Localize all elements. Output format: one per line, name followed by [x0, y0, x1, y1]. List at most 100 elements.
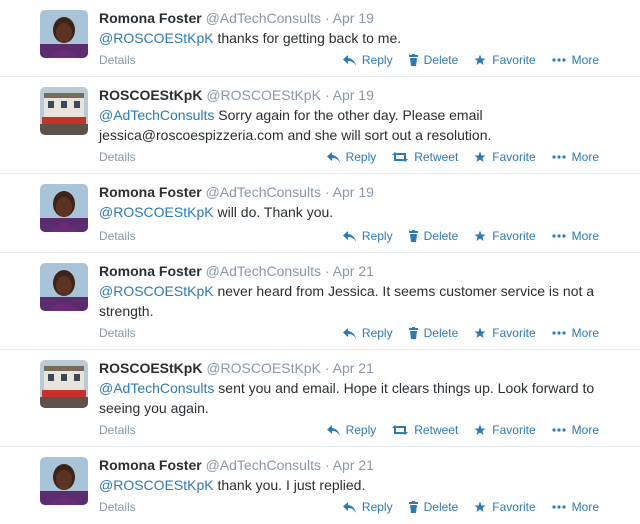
- username[interactable]: @ROSCOEStKpK: [206, 360, 321, 376]
- more-button[interactable]: More: [552, 423, 599, 437]
- details-link[interactable]: Details: [99, 229, 136, 243]
- avatar[interactable]: [40, 360, 88, 408]
- favorite-button[interactable]: Favorite: [474, 150, 536, 164]
- tweet-text: @ROSCOEStKpK thanks for getting back to …: [99, 28, 619, 48]
- mention-link[interactable]: @ROSCOEStKpK: [99, 283, 214, 299]
- tweet[interactable]: Romona Foster @AdTechConsults · Apr 19 @…: [0, 174, 640, 253]
- details-link[interactable]: Details: [99, 150, 136, 164]
- avatar[interactable]: [40, 184, 88, 232]
- more-label: More: [571, 53, 599, 67]
- retweet-button[interactable]: Retweet: [392, 423, 458, 437]
- timestamp[interactable]: Apr 21: [333, 263, 374, 279]
- delete-button[interactable]: Delete: [408, 500, 458, 514]
- more-button[interactable]: More: [552, 326, 599, 340]
- reply-button[interactable]: Reply: [342, 53, 393, 67]
- timestamp[interactable]: Apr 21: [333, 360, 374, 376]
- delete-button[interactable]: Delete: [408, 229, 459, 243]
- separator-dot: ·: [324, 263, 330, 279]
- reply-button[interactable]: Reply: [326, 423, 376, 437]
- username[interactable]: @ROSCOEStKpK: [206, 87, 321, 103]
- mention-link[interactable]: @ROSCOEStKpK: [99, 204, 214, 220]
- username[interactable]: @AdTechConsults: [206, 457, 321, 473]
- favorite-button[interactable]: Favorite: [474, 500, 536, 514]
- more-button[interactable]: More: [552, 53, 599, 67]
- fullname[interactable]: ROSCOEStKpK: [99, 360, 202, 376]
- avatar[interactable]: [40, 87, 88, 135]
- favorite-label: Favorite: [492, 229, 536, 243]
- reply-button[interactable]: Reply: [342, 229, 393, 243]
- details-link[interactable]: Details: [99, 423, 136, 437]
- tweet-text: @ROSCOEStKpK thank you. I just replied.: [99, 475, 619, 495]
- timestamp[interactable]: Apr 19: [333, 10, 374, 26]
- favorite-label: Favorite: [492, 326, 536, 340]
- details-link[interactable]: Details: [99, 326, 136, 340]
- mention-link[interactable]: @AdTechConsults: [99, 380, 214, 396]
- fullname[interactable]: ROSCOEStKpK: [99, 87, 202, 103]
- favorite-label: Favorite: [492, 150, 536, 164]
- tweet[interactable]: Romona Foster @AdTechConsults · Apr 21 @…: [0, 447, 640, 524]
- reply-label: Reply: [361, 53, 393, 67]
- details-link[interactable]: Details: [99, 53, 136, 67]
- fullname[interactable]: Romona Foster: [99, 263, 202, 279]
- avatar[interactable]: [40, 10, 88, 58]
- more-button[interactable]: More: [552, 150, 599, 164]
- delete-label: Delete: [423, 229, 459, 243]
- reply-icon: [326, 151, 340, 163]
- more-button[interactable]: More: [552, 500, 599, 514]
- reply-button[interactable]: Reply: [342, 500, 393, 514]
- mention-link[interactable]: @ROSCOEStKpK: [99, 30, 214, 46]
- separator-dot: ·: [324, 457, 330, 473]
- retweet-label: Retweet: [414, 150, 459, 164]
- fullname[interactable]: Romona Foster: [99, 457, 202, 473]
- timestamp[interactable]: Apr 21: [333, 457, 374, 473]
- more-button[interactable]: More: [552, 229, 599, 243]
- trash-icon: [408, 501, 418, 513]
- timestamp[interactable]: Apr 19: [333, 87, 374, 103]
- tweet-text: @AdTechConsults Sorry again for the othe…: [99, 105, 619, 145]
- favorite-button[interactable]: Favorite: [474, 326, 536, 340]
- separator-dot: ·: [324, 10, 330, 26]
- star-icon: [474, 54, 486, 65]
- tweet[interactable]: Romona Foster @AdTechConsults · Apr 19 @…: [0, 0, 640, 77]
- reply-icon: [342, 327, 356, 339]
- delete-button[interactable]: Delete: [408, 326, 459, 340]
- tweet-actions: Reply Delete Favorite More: [327, 500, 599, 514]
- fullname[interactable]: Romona Foster: [99, 10, 202, 26]
- username[interactable]: @AdTechConsults: [206, 184, 321, 200]
- delete-label: Delete: [423, 326, 459, 340]
- avatar[interactable]: [40, 457, 88, 505]
- delete-label: Delete: [423, 53, 459, 67]
- tweet[interactable]: ROSCOEStKpK @ROSCOEStKpK · Apr 21 @AdTec…: [0, 350, 640, 447]
- more-label: More: [571, 500, 599, 514]
- reply-button[interactable]: Reply: [326, 150, 376, 164]
- mention-link[interactable]: @AdTechConsults: [99, 107, 214, 123]
- mention-link[interactable]: @ROSCOEStKpK: [99, 477, 214, 493]
- retweet-label: Retweet: [414, 423, 459, 437]
- tweet-header: Romona Foster @AdTechConsults · Apr 19: [99, 9, 374, 27]
- more-label: More: [571, 326, 599, 340]
- username[interactable]: @AdTechConsults: [206, 263, 321, 279]
- tweet-actions: Reply Delete Favorite More: [327, 326, 599, 340]
- star-icon: [474, 327, 486, 338]
- tweet-body: thanks for getting back to me.: [213, 30, 402, 46]
- reply-label: Reply: [361, 500, 393, 514]
- favorite-label: Favorite: [492, 500, 536, 514]
- reply-button[interactable]: Reply: [342, 326, 393, 340]
- favorite-button[interactable]: Favorite: [474, 53, 536, 67]
- tweet-body: thank you. I just replied.: [213, 477, 366, 493]
- favorite-button[interactable]: Favorite: [474, 229, 536, 243]
- delete-button[interactable]: Delete: [408, 53, 459, 67]
- tweet-timeline: Romona Foster @AdTechConsults · Apr 19 @…: [0, 0, 640, 524]
- timestamp[interactable]: Apr 19: [333, 184, 374, 200]
- username[interactable]: @AdTechConsults: [206, 10, 321, 26]
- favorite-button[interactable]: Favorite: [474, 423, 536, 437]
- trash-icon: [408, 54, 418, 66]
- tweet-actions: Reply Retweet Favorite More: [311, 150, 599, 164]
- more-label: More: [571, 229, 599, 243]
- retweet-button[interactable]: Retweet: [392, 150, 458, 164]
- tweet[interactable]: ROSCOEStKpK @ROSCOEStKpK · Apr 19 @AdTec…: [0, 77, 640, 174]
- tweet[interactable]: Romona Foster @AdTechConsults · Apr 21 @…: [0, 253, 640, 350]
- details-link[interactable]: Details: [99, 500, 136, 514]
- fullname[interactable]: Romona Foster: [99, 184, 202, 200]
- avatar[interactable]: [40, 263, 88, 311]
